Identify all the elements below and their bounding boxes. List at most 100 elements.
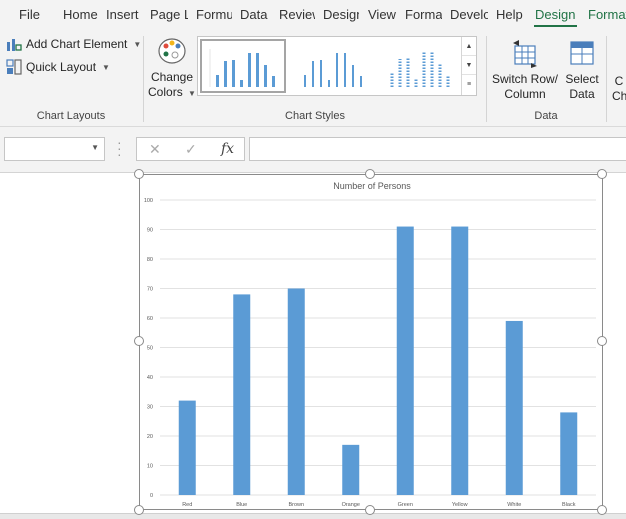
select-data-label-1: Select (565, 72, 599, 86)
tab-insert[interactable]: Insert (106, 7, 142, 22)
tab-developer[interactable]: Developer (450, 7, 488, 22)
y-tick-label: 10 (147, 464, 153, 470)
add-chart-element-button[interactable]: Add Chart Element ▼ (6, 36, 141, 52)
switch-row-column-button[interactable]: Switch Row/ Column (490, 38, 560, 102)
select-data-label-2: Data (569, 87, 595, 101)
change-colors-text: Colors (148, 85, 183, 99)
y-tick-label: 90 (147, 228, 153, 234)
resize-handle-bottom-left[interactable] (134, 505, 144, 515)
ribbon: Add Chart Element ▼ Quick Layout ▼ Chart… (0, 30, 626, 126)
y-tick-label: 20 (147, 434, 153, 440)
formula-bar: ▼ · · · ✕ ✓ fx (0, 126, 626, 172)
x-axis-tick-labels: Red Blue Brown Orange Green Yellow White Black (182, 502, 576, 508)
tab-design-doc[interactable]: Design (323, 7, 359, 22)
chart-object[interactable]: Number of Persons 0 10 20 30 40 50 60 70 80 90 100… (139, 174, 603, 510)
group-label-data: Data (534, 110, 558, 122)
group-label-chart-layouts: Chart Layouts (36, 110, 106, 122)
y-tick-label: 60 (147, 316, 153, 322)
chart-style-thumb-3[interactable] (378, 39, 464, 93)
formula-input[interactable] (249, 137, 626, 161)
y-tick-label: 100 (144, 198, 153, 204)
cancel-icon[interactable]: ✕ (149, 141, 161, 158)
active-tab-underline (534, 25, 577, 27)
enter-icon[interactable]: ✓ (185, 141, 197, 158)
resize-handle-left[interactable] (134, 336, 144, 346)
resize-handle-bottom[interactable] (365, 505, 375, 515)
tab-chart-format[interactable]: Format (588, 7, 626, 22)
change-colors-label-2: Colors ▼ (148, 85, 196, 101)
tab-home[interactable]: Home (63, 7, 99, 22)
resize-handle-top[interactable] (365, 169, 375, 179)
quick-layout-label: Quick Layout (26, 60, 97, 74)
bar-brown[interactable] (287, 288, 305, 496)
x-tick-label: Orange (342, 502, 360, 508)
gallery-scroll-down-icon[interactable]: ▼ (462, 56, 476, 75)
resize-handle-bottom-right[interactable] (597, 505, 607, 515)
insert-function-icon[interactable]: fx (221, 141, 234, 157)
bar-chart: Number of Persons 0 10 20 30 40 50 60 70 80 90 100… (144, 181, 596, 508)
bar-white[interactable] (505, 320, 523, 495)
tab-chart-design[interactable]: Design (535, 7, 579, 22)
resize-handle-top-left[interactable] (134, 169, 144, 179)
resize-handle-top-right[interactable] (597, 169, 607, 179)
resize-grip-icon[interactable]: · · · (117, 135, 122, 161)
resize-handle-right[interactable] (597, 336, 607, 346)
add-chart-element-icon (7, 39, 22, 51)
switch-row-column-icon (513, 40, 537, 68)
tab-file[interactable]: File (19, 7, 41, 22)
bar-black[interactable] (560, 412, 578, 495)
change-colors-button[interactable]: Change Colors ▼ (148, 36, 196, 101)
y-tick-label: 70 (147, 287, 153, 293)
chevron-down-icon: ▼ (102, 62, 110, 72)
chart-gridlines (160, 199, 596, 496)
bar-red[interactable] (178, 400, 196, 495)
chevron-down-icon[interactable]: ▼ (91, 143, 99, 152)
y-tick-label: 30 (147, 405, 153, 411)
tab-review[interactable]: Review (279, 7, 315, 22)
tab-help[interactable]: Help (496, 7, 524, 22)
change-colors-label-1: Change (150, 70, 194, 84)
select-data-button[interactable]: Select Data (562, 38, 602, 102)
tab-formulas[interactable]: Formulas (196, 7, 232, 22)
group-divider (606, 36, 607, 122)
gallery-scroll-up-icon[interactable]: ▲ (462, 37, 476, 56)
y-axis-tick-labels: 0 10 20 30 40 50 60 70 80 90 100 (144, 198, 153, 499)
x-tick-label: Black (562, 502, 576, 508)
switch-label-2: Column (504, 87, 546, 101)
tab-data[interactable]: Data (240, 7, 270, 22)
bar-blue[interactable] (233, 294, 251, 495)
quick-layout-button[interactable]: Quick Layout ▼ (6, 59, 110, 75)
x-tick-label: White (507, 502, 521, 508)
switch-label-1: Switch Row/ (491, 72, 559, 86)
tab-page-layout[interactable]: Page Layout (150, 7, 188, 22)
bar-yellow[interactable] (451, 226, 469, 496)
bar-orange[interactable] (342, 444, 360, 495)
add-chart-element-label: Add Chart Element (26, 37, 128, 51)
y-tick-label: 0 (150, 493, 153, 499)
chart-style-thumb-1[interactable] (200, 39, 286, 93)
style-thumb-2-preview (304, 53, 362, 87)
chart-bars (178, 226, 578, 496)
chart-title[interactable]: Number of Persons (333, 181, 411, 191)
gallery-scroll: ▲ ▼ ≡ (461, 37, 476, 95)
x-tick-label: Yellow (452, 502, 468, 508)
formula-buttons: ✕ ✓ fx (136, 137, 245, 161)
tab-view[interactable]: View (368, 7, 398, 22)
chart-style-thumb-2[interactable] (290, 39, 376, 93)
chart-styles-gallery[interactable]: ▲ ▼ ≡ (197, 36, 477, 96)
bar-green[interactable] (396, 226, 414, 496)
name-box[interactable]: ▼ (4, 137, 105, 161)
style-thumb-1-preview (209, 49, 275, 87)
change-chart-type-button-cut[interactable]: C Ch (612, 74, 626, 104)
quick-layout-icon (6, 59, 22, 75)
palette-icon (158, 38, 186, 64)
x-tick-label: Blue (236, 502, 247, 508)
x-tick-label: Brown (288, 502, 304, 508)
style-thumb-3-preview (390, 51, 450, 87)
gallery-more-icon[interactable]: ≡ (462, 75, 476, 94)
horizontal-scrollbar[interactable] (0, 513, 626, 519)
chevron-down-icon: ▼ (188, 89, 196, 98)
y-tick-label: 80 (147, 257, 153, 263)
select-data-icon (570, 41, 594, 65)
tab-format-doc[interactable]: Format (405, 7, 442, 22)
